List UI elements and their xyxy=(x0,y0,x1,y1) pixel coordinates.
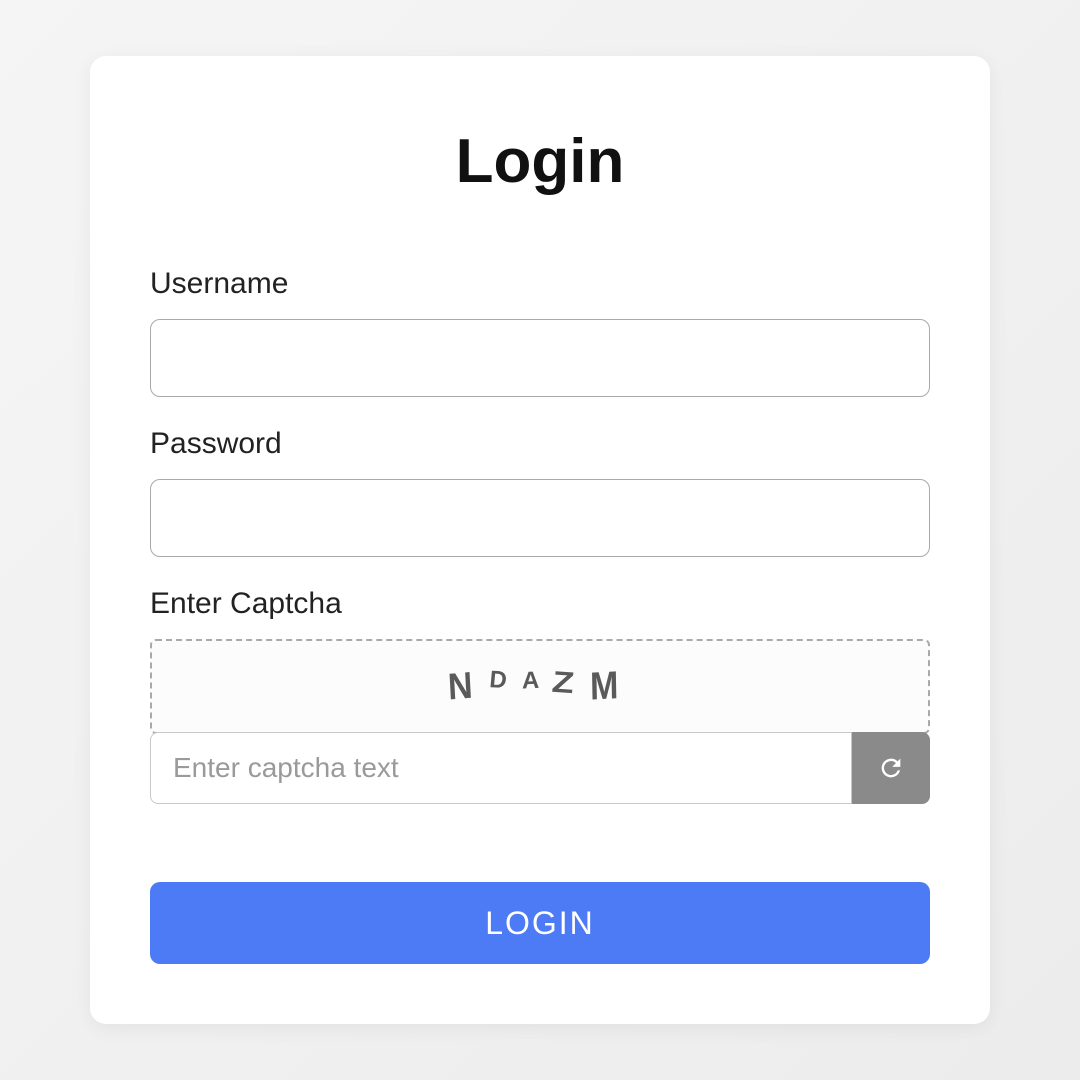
login-button[interactable]: LOGIN xyxy=(150,882,930,964)
captcha-refresh-button[interactable] xyxy=(852,732,930,804)
password-label: Password xyxy=(150,427,930,461)
captcha-text: N D A Z M xyxy=(447,667,632,706)
captcha-char: M xyxy=(589,663,632,710)
captcha-challenge-box: N D A Z M xyxy=(150,639,930,734)
login-card: Login Username Password Enter Captcha N … xyxy=(90,56,990,1024)
captcha-char: Z xyxy=(550,666,593,708)
password-input[interactable] xyxy=(150,479,930,557)
page-title: Login xyxy=(150,126,930,197)
password-group: Password xyxy=(150,427,930,557)
username-label: Username xyxy=(150,267,930,301)
captcha-label: Enter Captcha xyxy=(150,587,930,621)
captcha-group: Enter Captcha N D A Z M xyxy=(150,587,930,804)
refresh-icon xyxy=(877,754,905,782)
captcha-char: A xyxy=(522,666,553,706)
username-input[interactable] xyxy=(150,319,930,397)
captcha-char: N xyxy=(447,663,488,709)
captcha-char: D xyxy=(487,666,522,707)
username-group: Username xyxy=(150,267,930,397)
captcha-input-row xyxy=(150,732,930,804)
captcha-input[interactable] xyxy=(150,732,852,804)
